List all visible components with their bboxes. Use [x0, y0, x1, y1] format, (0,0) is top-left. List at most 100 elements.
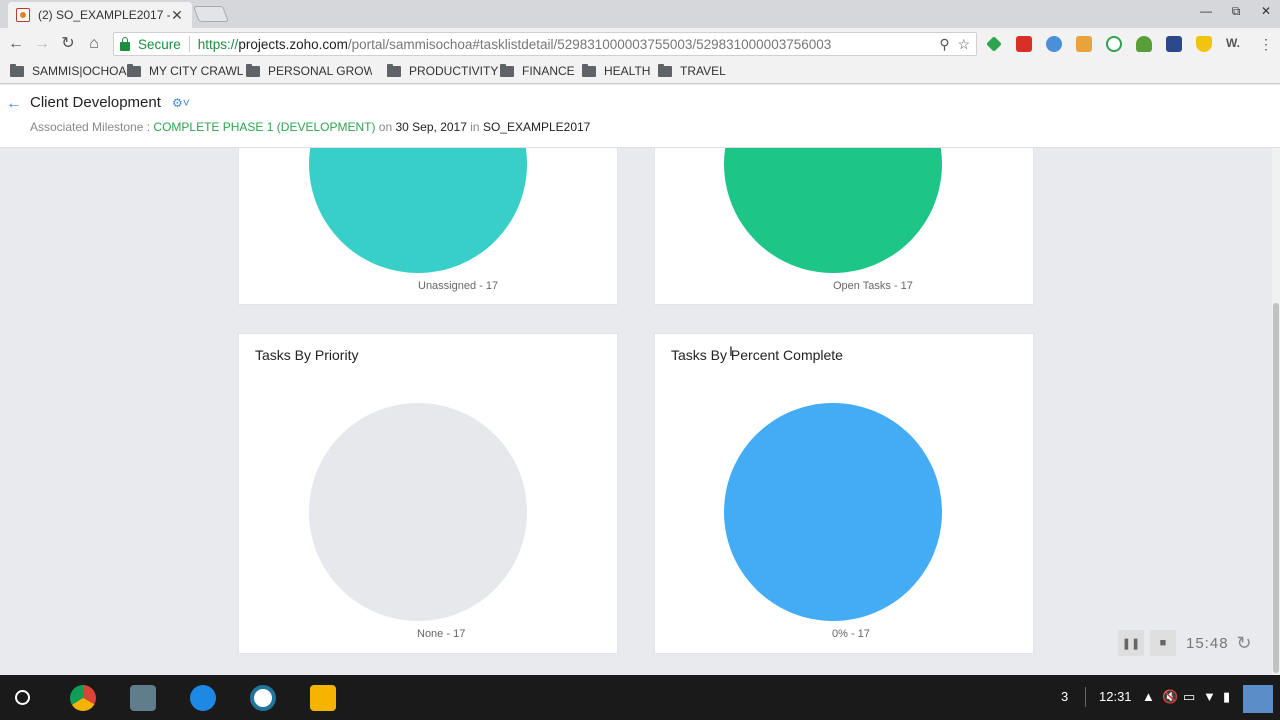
secure-label: Secure [138, 36, 181, 52]
bookmark-folder[interactable]: TRAVEL [658, 63, 726, 78]
stop-button[interactable]: ■ [1150, 630, 1176, 656]
pause-button[interactable]: ❚❚ [1118, 630, 1144, 656]
bookmark-label: TRAVEL [680, 64, 726, 78]
pie-label: Open Tasks - 17 [833, 280, 913, 292]
address-separator [188, 36, 190, 52]
pie-zero-percent[interactable] [724, 403, 942, 621]
folder-icon [658, 63, 672, 77]
window-close-button[interactable]: ✕ [1256, 4, 1276, 18]
browser-tab[interactable]: (2) SO_EXAMPLE2017 - ✕ [8, 2, 192, 28]
omnibox-icons: ⚲ ☆ [939, 36, 970, 53]
folder-icon [10, 63, 24, 77]
back-arrow-icon[interactable]: ← [6, 95, 22, 113]
mute-icon[interactable]: 🔇 [1162, 689, 1178, 705]
pie-open-tasks[interactable] [724, 148, 942, 273]
screen-icon[interactable]: ▭ [1183, 689, 1195, 705]
pie-none[interactable] [309, 403, 527, 621]
wordpress-app-icon[interactable] [250, 685, 276, 711]
page-scrollbar[interactable] [1272, 148, 1280, 675]
chart-card-percent: Tasks By Percent Complete 0% - 17 [654, 333, 1034, 654]
bookmark-label: HEALTH [604, 64, 651, 78]
project-name: SO_EXAMPLE2017 [482, 120, 591, 134]
files-app-icon[interactable] [190, 685, 216, 711]
bookmark-folder[interactable]: HEALTH [582, 63, 651, 78]
page-title: Client Development [30, 94, 161, 111]
text-cursor-icon: I [729, 343, 733, 359]
maximize-button[interactable]: ⧉ [1226, 4, 1246, 19]
folder-icon [500, 63, 514, 77]
recording-timer: 15:48 [1186, 634, 1229, 652]
evernote-extension-icon[interactable] [1106, 36, 1122, 52]
url-path: /portal/sammisochoa#tasklistdetail/52983… [347, 36, 832, 52]
recorder-widget: ❚❚ ■ 15:48 ↻ [1118, 629, 1262, 657]
milestone-date: 30 Sep, 2017 [395, 120, 467, 134]
bookmark-label: MY CITY CRAWL [149, 64, 244, 78]
tasklist-header: ← Client Development ⚙˅ Associated Miles… [0, 85, 1280, 148]
new-tab-button[interactable] [193, 6, 229, 22]
keep-app-icon[interactable] [310, 685, 336, 711]
folder-icon [582, 63, 596, 77]
tray-up-icon[interactable]: ▲ [1142, 689, 1155, 704]
bookmarks-bar: SAMMIS|OCHOA MY CITY CRAWL PERSONAL GROW… [0, 60, 1280, 84]
milestone-line: Associated Milestone : COMPLETE PHASE 1 … [30, 120, 590, 134]
in-word: in [470, 120, 480, 134]
recorder-extension-icon[interactable] [1136, 36, 1152, 52]
folder-icon [246, 63, 260, 77]
bookmark-folder[interactable]: PERSONAL GROWTH [246, 63, 372, 78]
bookmark-folder[interactable]: SAMMIS|OCHOA [10, 63, 127, 78]
chrome-app-icon[interactable] [70, 685, 96, 711]
bookmark-label: PRODUCTIVITY [409, 64, 499, 78]
forward-arrow-icon[interactable]: → [32, 34, 52, 54]
bookmark-star-icon[interactable]: ☆ [957, 36, 970, 52]
browser-tab-strip: (2) SO_EXAMPLE2017 - ✕ — ⧉ ✕ [0, 0, 1280, 28]
shield-extension-icon[interactable] [1196, 36, 1212, 52]
folder-icon [127, 63, 141, 77]
menu-kebab-icon[interactable]: ⋮ [1258, 36, 1274, 52]
scrollbar-thumb[interactable] [1273, 303, 1279, 673]
on-word: on [378, 120, 393, 134]
bookmark-folder[interactable]: MY CITY CRAWL [127, 63, 244, 78]
chart-card-status: Open Tasks - 17 [654, 148, 1034, 305]
todoist-extension-icon[interactable] [1016, 36, 1032, 52]
bookmark-label: FINANCE [522, 64, 575, 78]
w-extension-icon[interactable]: W. [1226, 36, 1242, 52]
pie-label: Unassigned - 17 [418, 280, 499, 292]
card-title: Tasks By Percent Complete [671, 347, 843, 363]
bookmark-label: SAMMIS|OCHOA [32, 64, 127, 78]
system-clock[interactable]: 12:31 [1099, 689, 1132, 704]
minimize-button[interactable]: — [1196, 4, 1216, 18]
battery-icon[interactable]: ▮ [1223, 689, 1230, 705]
bookmark-folder[interactable]: PRODUCTIVITY [387, 63, 499, 78]
bookmark-label: PERSONAL GROWTH [268, 64, 372, 78]
zoom-search-icon[interactable]: ⚲ [939, 36, 949, 52]
pie-unassigned[interactable] [309, 148, 527, 273]
charts-area: Unassigned - 17 Open Tasks - 17 Tasks By… [0, 148, 1272, 675]
reload-icon[interactable]: ↻ [58, 34, 78, 54]
folder-icon [387, 63, 401, 77]
tinyurl-extension-icon[interactable] [1166, 36, 1182, 52]
lock-icon [120, 36, 130, 51]
gear-icon[interactable]: ⚙˅ [172, 96, 190, 110]
card-title: Tasks By Priority [255, 347, 359, 363]
pie-label: 0% - 17 [832, 628, 870, 640]
chart-card-priority: Tasks By Priority None - 17 [238, 333, 618, 654]
bookmark-folder[interactable]: FINANCE [500, 63, 575, 78]
restart-icon[interactable]: ↻ [1237, 633, 1252, 654]
notification-count[interactable]: 3 [1061, 689, 1068, 704]
launcher-circle-icon[interactable] [15, 690, 30, 705]
wifi-icon[interactable]: ▼ [1203, 689, 1216, 704]
zoho-favicon-icon [16, 8, 30, 22]
url-host: projects.zoho.com [238, 36, 348, 52]
tab-close-icon[interactable]: ✕ [170, 7, 184, 24]
chart-card-owner: Unassigned - 17 [238, 148, 618, 305]
os-shelf: 3 12:31 ▲ 🔇 ▭ ▼ ▮ [0, 675, 1280, 720]
pie-label: None - 17 [417, 628, 466, 640]
milestone-link[interactable]: COMPLETE PHASE 1 (DEVELOPMENT) [153, 120, 375, 134]
home-icon[interactable]: ⌂ [84, 34, 104, 54]
clipboard-extension-icon[interactable] [1076, 36, 1092, 52]
address-bar[interactable]: Secure https:// projects.zoho.com /porta… [113, 32, 977, 56]
timer-extension-icon[interactable] [1046, 36, 1062, 52]
back-arrow-icon[interactable]: ← [6, 34, 26, 54]
avatar[interactable] [1243, 685, 1273, 713]
calculator-app-icon[interactable] [130, 685, 156, 711]
